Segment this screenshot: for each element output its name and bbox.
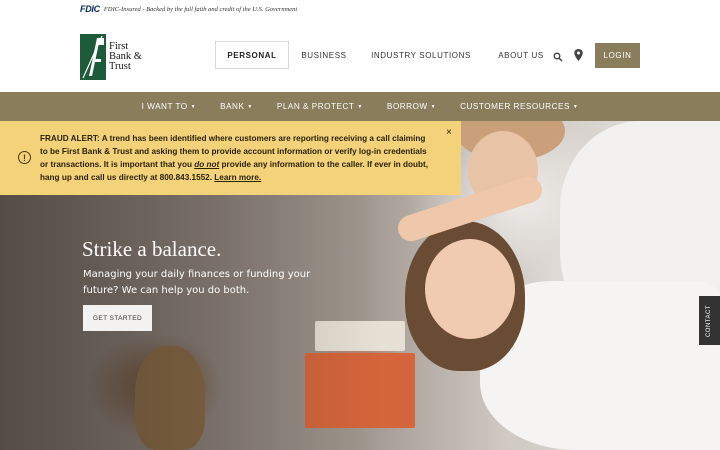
contact-tab-label: CONTACT bbox=[706, 304, 713, 337]
fdic-logo: FDIC bbox=[80, 4, 100, 14]
caret-down-icon: ▼ bbox=[572, 103, 579, 110]
fdic-text: FDIC-Insured - Backed by the full faith … bbox=[103, 5, 298, 13]
secondary-nav: I WANT TO ▼ BANK ▼ PLAN & PROTECT ▼ BORROW ▼… bbox=[0, 92, 720, 121]
subnav-bank[interactable]: BANK ▼ bbox=[208, 102, 265, 111]
close-icon[interactable]: × bbox=[446, 127, 452, 138]
subnav-borrow[interactable]: BORROW ▼ bbox=[375, 102, 448, 111]
subnav-label: PLAN & PROTECT bbox=[276, 102, 355, 111]
learn-more-link[interactable]: Learn more. bbox=[214, 173, 261, 182]
nav-personal[interactable]: PERSONAL bbox=[215, 41, 289, 69]
fraud-alert-banner: ! FRAUD ALERT: A trend has been identifi… bbox=[0, 121, 461, 195]
fraud-alert-label: FRAUD ALERT: bbox=[40, 134, 100, 143]
logo-line-3: Trust bbox=[109, 61, 131, 72]
caret-down-icon: ▼ bbox=[190, 103, 197, 110]
subnav-plan-protect[interactable]: PLAN & PROTECT ▼ bbox=[265, 102, 375, 111]
subnav-i-want-to[interactable]: I WANT TO ▼ bbox=[130, 102, 209, 111]
hero-subtitle: Managing your daily finances or funding … bbox=[83, 269, 311, 296]
get-started-button[interactable]: GET STARTED bbox=[83, 305, 152, 331]
nav-industry-solutions[interactable]: INDUSTRY SOLUTIONS bbox=[363, 41, 479, 69]
logo-mark-icon bbox=[80, 34, 106, 80]
location-pin-icon[interactable] bbox=[574, 48, 583, 61]
fdic-banner: FDIC FDIC-Insured - Backed by the full f… bbox=[80, 4, 297, 14]
caret-down-icon: ▼ bbox=[247, 103, 253, 110]
nav-about-us[interactable]: ABOUT US bbox=[485, 41, 557, 69]
contact-tab[interactable]: CONTACT bbox=[699, 296, 720, 345]
subnav-label: I WANT TO bbox=[141, 102, 188, 111]
hero-title: Strike a balance. bbox=[82, 237, 222, 261]
login-button[interactable]: LOGIN bbox=[595, 43, 640, 68]
caret-down-icon: ▼ bbox=[430, 103, 437, 110]
caret-down-icon: ▼ bbox=[357, 103, 363, 110]
subnav-label: CUSTOMER RESOURCES bbox=[460, 102, 570, 111]
site-header: First Bank & Trust PERSONAL BUSINESS IND… bbox=[0, 18, 720, 92]
nav-business[interactable]: BUSINESS bbox=[289, 41, 359, 69]
fraud-alert-emphasis: do not bbox=[194, 160, 220, 169]
bank-logo[interactable]: First Bank & Trust bbox=[80, 32, 150, 82]
subnav-customer-resources[interactable]: CUSTOMER RESOURCES ▼ bbox=[448, 102, 590, 111]
subnav-label: BORROW bbox=[386, 102, 428, 111]
exclamation-circle-icon: ! bbox=[18, 151, 31, 164]
subnav-label: BANK bbox=[220, 102, 245, 111]
hero-photo-girl-face bbox=[425, 239, 515, 339]
logo-wordmark: First Bank & Trust bbox=[109, 41, 142, 72]
fraud-alert-text: FRAUD ALERT: A trend has been identified… bbox=[40, 132, 432, 184]
search-icon[interactable] bbox=[553, 49, 563, 62]
main-nav: PERSONAL BUSINESS INDUSTRY SOLUTIONS ABO… bbox=[215, 41, 557, 69]
